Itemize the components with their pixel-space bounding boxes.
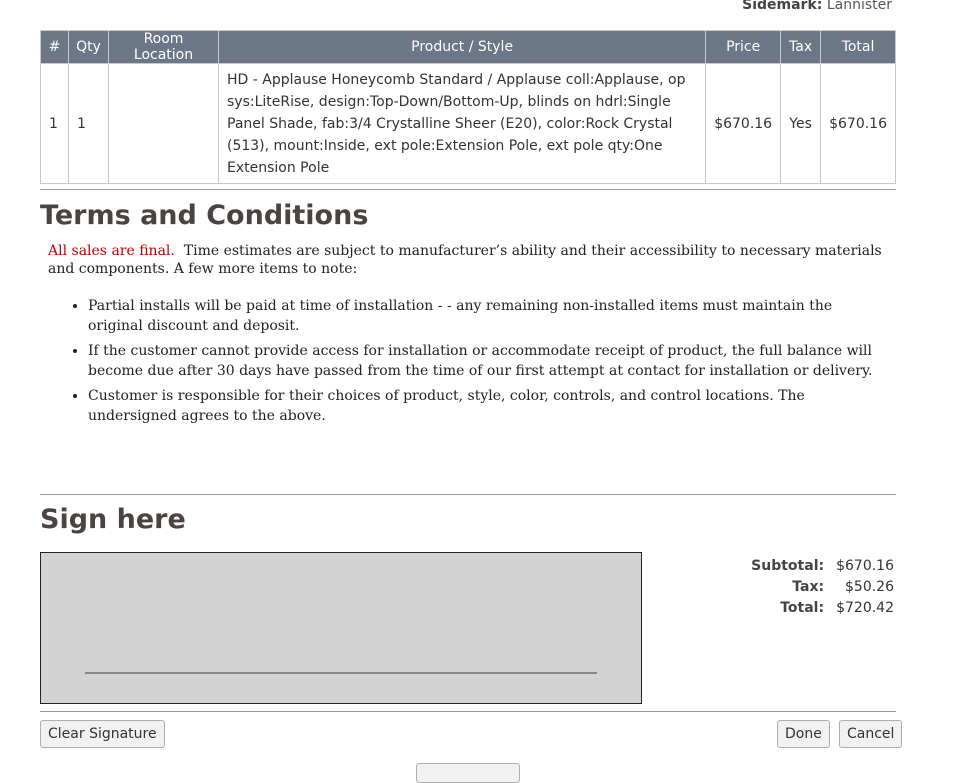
- col-header-tax: Tax: [780, 30, 822, 64]
- signature-baseline: [85, 672, 597, 674]
- cell-qty: 1: [68, 63, 109, 184]
- table-row: 1 1 HD - Applause Honeycomb Standard / A…: [40, 63, 896, 184]
- subtotal-label: Subtotal:: [751, 557, 825, 574]
- terms-body: All sales are final. Time estimates are …: [48, 242, 888, 431]
- cell-price: $670.16: [705, 63, 782, 184]
- col-header-number: #: [40, 30, 69, 64]
- list-item: Customer is responsible for their choice…: [88, 386, 888, 426]
- tax-label: Tax:: [792, 578, 825, 595]
- divider: [40, 494, 896, 495]
- table-header-row: # Qty Room Location Product / Style Pric…: [40, 30, 896, 64]
- sign-heading: Sign here: [40, 504, 186, 535]
- terms-heading: Terms and Conditions: [40, 200, 369, 231]
- subtotal-value: $670.16: [836, 557, 894, 574]
- terms-list: Partial installs will be paid at time of…: [48, 296, 888, 426]
- cancel-button[interactable]: Cancel: [839, 720, 903, 748]
- sidemark-label: Sidemark:: [742, 0, 823, 13]
- order-items-table: # Qty Room Location Product / Style Pric…: [40, 30, 896, 184]
- total-row: Total: $720.42: [751, 597, 894, 618]
- terms-intro: All sales are final. Time estimates are …: [48, 242, 888, 278]
- col-header-qty: Qty: [68, 30, 109, 64]
- col-header-price: Price: [705, 30, 782, 64]
- tax-row: Tax: $50.26: [751, 576, 894, 597]
- divider: [40, 711, 896, 712]
- subtotal-row: Subtotal: $670.16: [751, 555, 894, 576]
- sidemark: Sidemark: Lannister: [742, 0, 892, 13]
- total-label: Total:: [780, 599, 825, 616]
- divider: [40, 189, 896, 190]
- col-header-product-style: Product / Style: [217, 30, 707, 64]
- clear-signature-button[interactable]: Clear Signature: [40, 720, 165, 748]
- cell-product-style: HD - Applause Honeycomb Standard / Appla…: [217, 63, 707, 184]
- partially-visible-button[interactable]: [416, 763, 520, 783]
- list-item: Partial installs will be paid at time of…: [88, 296, 888, 336]
- tax-value: $50.26: [845, 578, 894, 595]
- cell-tax: Yes: [780, 63, 822, 184]
- signature-pad[interactable]: [40, 552, 642, 704]
- sidemark-value: Lannister: [826, 0, 892, 13]
- done-button[interactable]: Done: [777, 720, 830, 748]
- all-sales-final-text: All sales are final.: [48, 243, 175, 259]
- cell-number: 1: [40, 63, 69, 184]
- list-item: If the customer cannot provide access fo…: [88, 341, 888, 381]
- cell-room-location: [108, 63, 219, 184]
- total-value: $720.42: [836, 599, 894, 616]
- cell-total: $670.16: [820, 63, 896, 184]
- order-totals: Subtotal: $670.16 Tax: $50.26 Total: $72…: [751, 555, 894, 618]
- col-header-total: Total: [820, 30, 896, 64]
- col-header-room-location: Room Location: [108, 30, 219, 64]
